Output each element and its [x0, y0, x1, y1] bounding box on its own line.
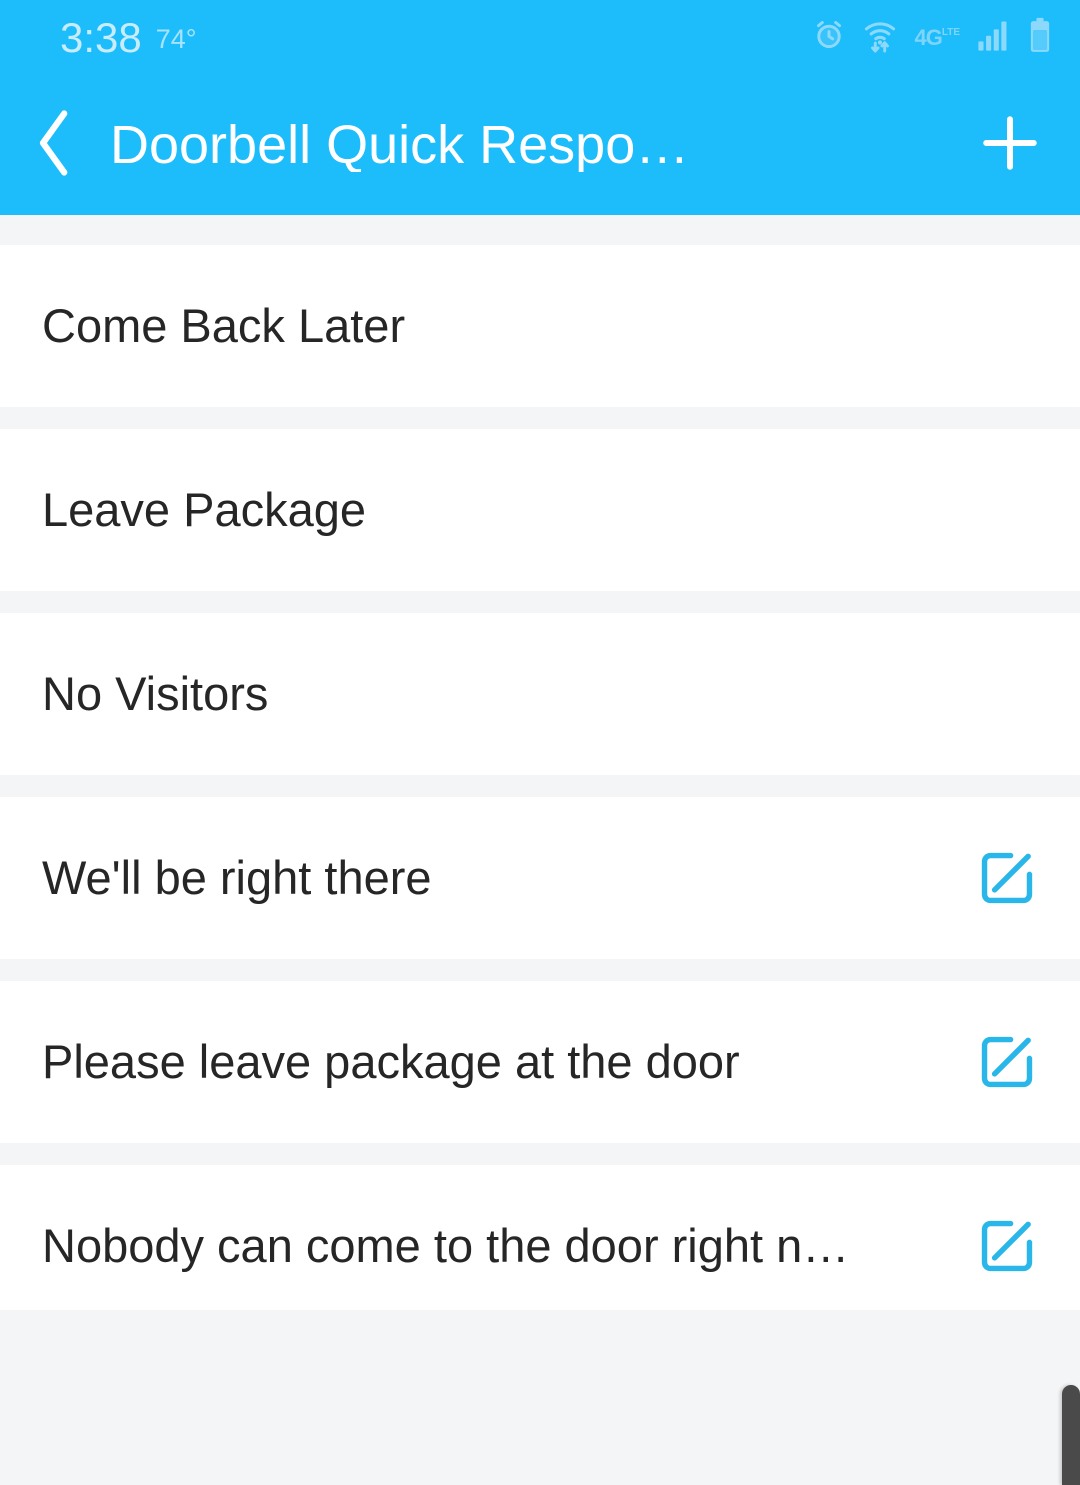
page-title: Doorbell Quick Respo…: [110, 118, 690, 172]
edit-icon[interactable]: [974, 1213, 1040, 1279]
quick-response-list: Come Back Later Leave Package No Visitor…: [0, 215, 1080, 1327]
status-bar-right: 4G LTE: [812, 17, 1052, 58]
status-bar: 3:38 74° 4G LTE: [0, 0, 1080, 75]
list-item[interactable]: We'll be right there: [0, 797, 1080, 959]
app-bar: Doorbell Quick Respo…: [0, 75, 1080, 215]
list-separator: [0, 959, 1080, 981]
battery-icon: [1028, 17, 1052, 58]
status-bar-temperature: 74°: [155, 23, 197, 54]
list-item[interactable]: No Visitors: [0, 613, 1080, 775]
plus-icon: [976, 109, 1044, 182]
list-item-label: Nobody can come to the door right n…: [42, 1220, 850, 1272]
back-button[interactable]: [0, 75, 110, 215]
4g-lte-icon: 4G LTE: [914, 24, 960, 50]
back-chevron-icon: [32, 108, 78, 183]
alarm-clock-icon: [812, 18, 846, 57]
list-separator: [0, 775, 1080, 797]
cellular-signal-icon: [977, 19, 1011, 56]
list-item-label: Please leave package at the door: [42, 1036, 740, 1088]
status-bar-left: 3:38 74°: [60, 13, 197, 61]
list-separator: [0, 591, 1080, 613]
edit-icon[interactable]: [974, 1029, 1040, 1095]
list-item[interactable]: Please leave package at the door: [0, 981, 1080, 1143]
list-item[interactable]: Nobody can come to the door right n…: [0, 1165, 1080, 1327]
list-item-label: Leave Package: [42, 484, 367, 536]
list-item-label: We'll be right there: [42, 852, 432, 904]
wifi-data-transfer-icon: [863, 17, 897, 58]
list-item-label: No Visitors: [42, 668, 269, 720]
list-item[interactable]: Leave Package: [0, 429, 1080, 591]
list-item[interactable]: Come Back Later: [0, 245, 1080, 407]
status-bar-clock: 3:38: [60, 13, 142, 61]
list-bottom-area: [0, 1310, 1080, 1485]
doorbell-quick-responses-screen: 3:38 74° 4G LTE Doorbell Quick Respo… Co…: [0, 0, 1080, 1485]
add-response-button[interactable]: [940, 75, 1080, 215]
list-item-label: Come Back Later: [42, 300, 406, 352]
edit-icon[interactable]: [974, 845, 1040, 911]
list-separator: [0, 1143, 1080, 1165]
list-separator: [0, 407, 1080, 429]
list-top-spacer: [0, 215, 1080, 245]
vertical-scrollbar-thumb[interactable]: [1062, 1385, 1080, 1485]
